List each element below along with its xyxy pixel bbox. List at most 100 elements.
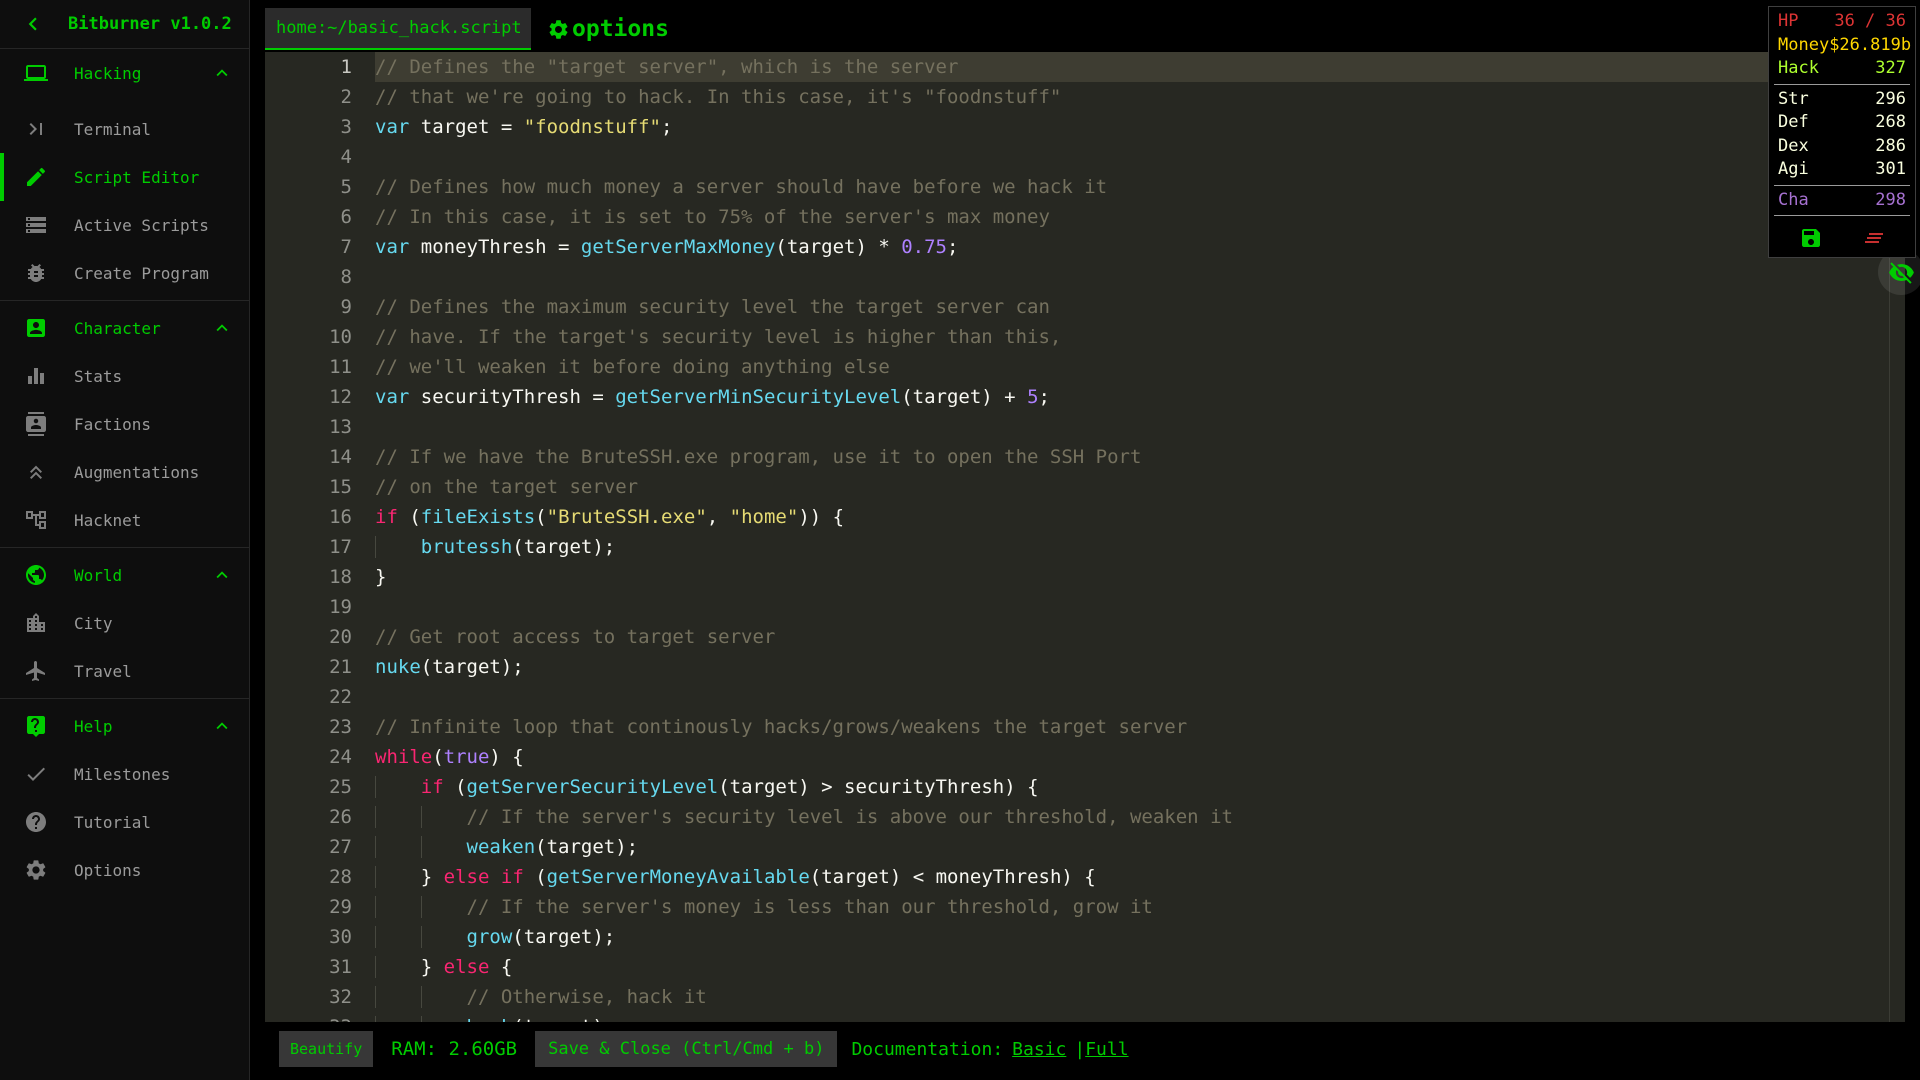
sidebar-item-terminal[interactable]: Terminal — [0, 105, 249, 153]
beautify-button[interactable]: Beautify — [279, 1031, 374, 1067]
documentation-basic-link[interactable]: Basic — [1012, 1039, 1066, 1060]
stat-value: 301 — [1875, 159, 1906, 179]
code-text: nuke(target); — [375, 656, 524, 678]
sidebar-item-augmentations[interactable]: Augmentations — [0, 448, 249, 496]
overview-stat-def: Def 268 — [1769, 111, 1915, 135]
sidebar-item-factions[interactable]: Factions — [0, 400, 249, 448]
sidebar: Bitburner v1.0.2 Hacking Terminal Script E… — [0, 0, 250, 1080]
sidebar-section-help[interactable]: Help — [0, 702, 249, 750]
editor-tab-basic-hack-script[interactable]: home:~/basic_hack.script — [265, 8, 531, 50]
code-line[interactable]: 9 // Defines the maximum security level t… — [265, 292, 1905, 322]
code-line[interactable]: 4 — [265, 142, 1905, 172]
code-line[interactable]: 20 // Get root access to target server — [265, 622, 1905, 652]
code-line[interactable]: 2 // that we're going to hack. In this ca… — [265, 82, 1905, 112]
sidebar-item-active-scripts[interactable]: Active Scripts — [0, 201, 249, 249]
code-line[interactable]: 1 // Defines the "target server", which i… — [265, 52, 1905, 82]
help-bubble-icon — [24, 714, 48, 738]
documentation-links: Documentation: Basic | Full — [851, 1039, 1128, 1060]
code-line[interactable]: 15 // on the target server — [265, 472, 1905, 502]
code-line[interactable]: 24 while(true) { — [265, 742, 1905, 772]
line-number: 9 — [340, 296, 352, 318]
code-line[interactable]: 29 // If the server's money is less than… — [265, 892, 1905, 922]
code-line[interactable]: 10 // have. If the target's security leve… — [265, 322, 1905, 352]
stats-overview-panel: HP 36 / 36 Money $26.819b Hack 327 Str 296 Def 26… — [1768, 6, 1916, 258]
chevron-up-icon — [211, 317, 233, 339]
code-line[interactable]: 32 // Otherwise, hack it — [265, 982, 1905, 1012]
sidebar-item-travel[interactable]: Travel — [0, 647, 249, 695]
sidebar-item-create-program[interactable]: Create Program — [0, 249, 249, 297]
save-close-button[interactable]: Save & Close (Ctrl/Cmd + b) — [535, 1031, 838, 1067]
line-number: 7 — [340, 236, 352, 258]
sidebar-item-tutorial[interactable]: Tutorial — [0, 798, 249, 846]
airplane-icon — [24, 659, 48, 683]
code-line[interactable]: 21 nuke(target); — [265, 652, 1905, 682]
kill-scripts-icon[interactable] — [1862, 226, 1886, 250]
code-editor[interactable]: 1 // Defines the "target server", which i… — [265, 52, 1905, 1022]
line-number: 21 — [329, 656, 352, 678]
code-line[interactable]: 14 // If we have the BruteSSH.exe program… — [265, 442, 1905, 472]
code-line[interactable]: 13 — [265, 412, 1905, 442]
code-text: // Defines the maximum security level th… — [375, 296, 1050, 318]
code-line[interactable]: 11 // we'll weaken it before doing anythi… — [265, 352, 1905, 382]
code-line[interactable]: 26 // If the server's security level is … — [265, 802, 1905, 832]
overview-stat-dex: Dex 286 — [1769, 135, 1915, 159]
code-text: // Defines the "target server", which is… — [375, 52, 1905, 82]
check-icon — [24, 762, 48, 786]
code-line[interactable]: 3 var target = "foodnstuff"; — [265, 112, 1905, 142]
stat-value: 268 — [1875, 112, 1906, 132]
code-line[interactable]: 19 — [265, 592, 1905, 622]
code-line[interactable]: 25 if (getServerSecurityLevel(target) > … — [265, 772, 1905, 802]
sidebar-item-label: City — [74, 613, 113, 633]
code-line[interactable]: 33 hack(target); — [265, 1012, 1905, 1022]
code-line[interactable]: 22 — [265, 682, 1905, 712]
code-line[interactable]: 28 } else if (getServerMoneyAvailable(ta… — [265, 862, 1905, 892]
code-line[interactable]: 18} — [265, 562, 1905, 592]
line-number: 14 — [329, 446, 352, 468]
line-number: 1 — [340, 56, 352, 78]
sidebar-item-city[interactable]: City — [0, 599, 249, 647]
sidebar-item-stats[interactable]: Stats — [0, 352, 249, 400]
sidebar-item-script-editor[interactable]: Script Editor — [0, 153, 249, 201]
code-line[interactable]: 31 } else { — [265, 952, 1905, 982]
code-line[interactable]: 8 — [265, 262, 1905, 292]
sidebar-item-options[interactable]: Options — [0, 846, 249, 894]
overview-stat-hack: Hack 327 — [1769, 57, 1915, 81]
code-text: // have. If the target's security level … — [375, 326, 1062, 348]
chevron-up-icon — [211, 62, 233, 84]
sidebar-item-label: Create Program — [74, 263, 209, 283]
sidebar-item-hacknet[interactable]: Hacknet — [0, 496, 249, 544]
globe-icon — [24, 563, 48, 587]
stat-label: Str — [1778, 88, 1809, 109]
code-text: // Get root access to target server — [375, 626, 776, 648]
documentation-label: Documentation: — [851, 1038, 1004, 1060]
editor-options-button[interactable]: options — [547, 8, 669, 50]
documentation-full-link[interactable]: Full — [1085, 1039, 1128, 1060]
line-number: 22 — [329, 686, 352, 708]
overview-divider — [1774, 215, 1910, 216]
stat-value: 296 — [1875, 88, 1906, 109]
person-badge-icon — [24, 316, 48, 340]
sidebar-section-world[interactable]: World — [0, 551, 249, 599]
overview-stat-str: Str 296 — [1769, 88, 1915, 112]
sidebar-item-milestones[interactable]: Milestones — [0, 750, 249, 798]
sidebar-section-hacking[interactable]: Hacking — [0, 49, 249, 97]
code-line[interactable]: 23 // Infinite loop that continously hack… — [265, 712, 1905, 742]
code-line[interactable]: 16 if (fileExists("BruteSSH.exe", "home")… — [265, 502, 1905, 532]
save-game-icon[interactable] — [1799, 226, 1823, 250]
code-line[interactable]: 6 // In this case, it is set to 75% of th… — [265, 202, 1905, 232]
sidebar-item-label: Active Scripts — [74, 215, 209, 235]
code-line[interactable]: 5 // Defines how much money a server shou… — [265, 172, 1905, 202]
storage-icon — [24, 213, 48, 237]
code-line[interactable]: 27 weaken(target); — [265, 832, 1905, 862]
stat-label: HP — [1778, 11, 1799, 31]
code-line[interactable]: 12 var securityThresh = getServerMinSecur… — [265, 382, 1905, 412]
code-line[interactable]: 17 brutessh(target); — [265, 532, 1905, 562]
collapse-sidebar-button[interactable] — [20, 11, 46, 37]
code-line[interactable]: 7 var moneyThresh = getServerMaxMoney(tar… — [265, 232, 1905, 262]
code-text: var target = "foodnstuff"; — [375, 116, 673, 138]
code-text: // we'll weaken it before doing anything… — [375, 356, 890, 378]
code-line[interactable]: 30 grow(target); — [265, 922, 1905, 952]
sidebar-section-character[interactable]: Character — [0, 304, 249, 352]
chevron-up-icon — [211, 715, 233, 737]
line-number: 15 — [329, 476, 352, 498]
